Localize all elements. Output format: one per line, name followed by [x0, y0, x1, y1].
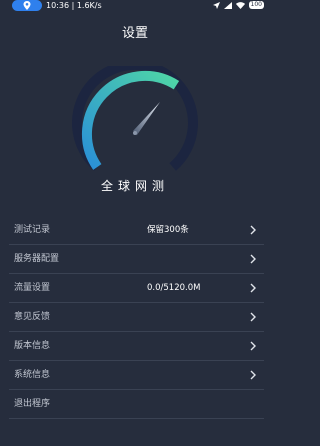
menu-item-value: 0.0/5120.0M	[147, 283, 201, 293]
app-name-label: 全球网测	[100, 179, 169, 193]
menu-item-label: 服务器配置	[14, 254, 60, 264]
chevron-right-icon	[250, 370, 256, 380]
speed-gauge	[72, 66, 198, 171]
gauge-progress-arc	[81, 70, 180, 170]
menu-item-server-config[interactable]: 服务器配置	[9, 245, 264, 274]
location-pill[interactable]	[12, 0, 42, 11]
gauge-needle	[133, 102, 160, 136]
menu-item-label: 意见反馈	[14, 312, 51, 322]
menu-item-label: 退出程序	[14, 399, 51, 409]
chevron-right-icon	[250, 312, 256, 322]
status-icons: 100	[212, 1, 264, 9]
menu-item-feedback[interactable]: 意见反馈	[9, 303, 264, 332]
page-title: 设置	[121, 26, 148, 41]
chevron-right-icon	[250, 225, 256, 235]
status-time-speed: 10:36 | 1.6K/s	[46, 1, 102, 10]
menu-item-traffic-settings[interactable]: 流量设置 0.0/5120.0M	[9, 274, 264, 303]
menu-item-label: 版本信息	[14, 341, 51, 351]
settings-menu: 测试记录 保留300条 服务器配置 流量设置 0.0/5120.0M 意见反馈 …	[9, 216, 264, 419]
chevron-right-icon	[250, 341, 256, 351]
status-bar: 10:36 | 1.6K/s 100	[0, 0, 270, 12]
wifi-icon	[235, 1, 245, 9]
menu-item-label: 测试记录	[14, 225, 51, 235]
menu-item-test-records[interactable]: 测试记录 保留300条	[9, 216, 264, 245]
signal-icon	[223, 1, 232, 9]
menu-item-exit-app[interactable]: 退出程序	[9, 390, 264, 419]
gauge-hub	[133, 131, 137, 135]
menu-item-value: 保留300条	[147, 225, 189, 235]
menu-item-label: 流量设置	[14, 283, 51, 293]
menu-item-version-info[interactable]: 版本信息	[9, 332, 264, 361]
location-icon	[23, 1, 31, 10]
chevron-right-icon	[250, 283, 256, 293]
battery-icon: 100	[248, 1, 264, 9]
menu-item-system-info[interactable]: 系统信息	[9, 361, 264, 390]
chevron-right-icon	[250, 254, 256, 264]
menu-item-label: 系统信息	[14, 370, 51, 380]
navigation-icon	[212, 1, 220, 9]
